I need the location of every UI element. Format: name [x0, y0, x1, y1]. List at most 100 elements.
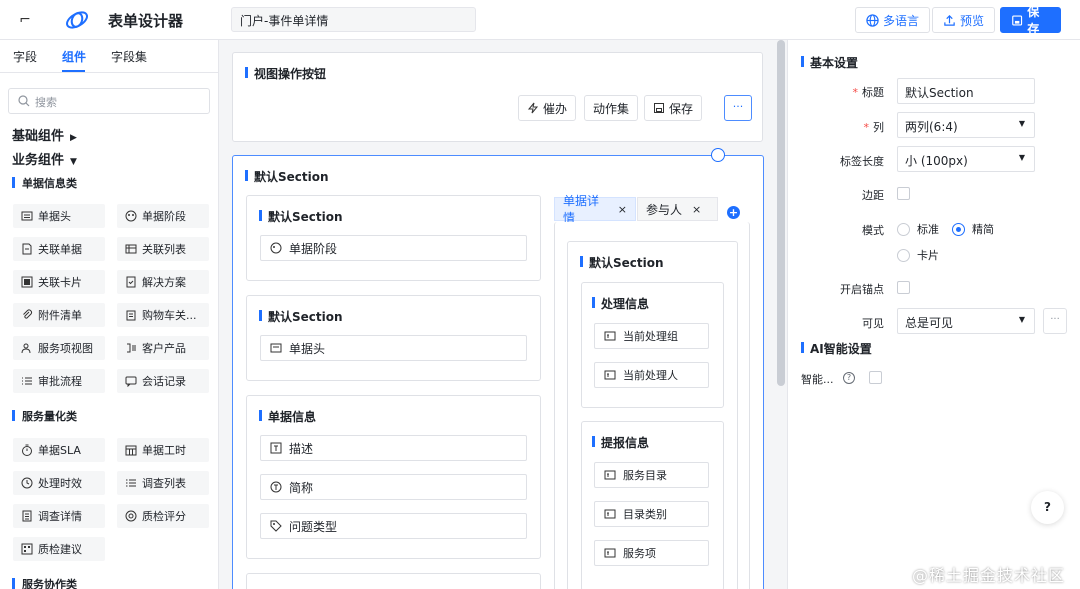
field-stage[interactable]: 单据阶段: [260, 235, 527, 261]
tab-field-sets[interactable]: 字段集: [111, 48, 147, 65]
action-set-button[interactable]: 动作集: [584, 95, 639, 121]
component-item[interactable]: 单据SLA: [13, 438, 105, 462]
close-icon[interactable]: ×: [692, 203, 701, 216]
search-input[interactable]: 搜索: [8, 88, 210, 114]
tab-fields[interactable]: 字段: [13, 48, 37, 65]
component-label: 质检建议: [38, 543, 82, 556]
sub-section-2[interactable]: 默认Section 单据头: [246, 295, 541, 381]
mode-compact-radio[interactable]: 精简: [952, 221, 994, 237]
timer-icon: [22, 444, 32, 456]
columns-select[interactable]: 两列(6:4) ▼: [897, 112, 1035, 138]
report-section[interactable]: 提报信息 服务目录 目录类别 服务项: [581, 421, 724, 589]
component-item[interactable]: 客户产品: [117, 336, 209, 360]
main-section-title: 默认Section: [245, 168, 329, 185]
mode-standard-radio[interactable]: 标准: [897, 221, 939, 237]
tab-components[interactable]: 组件: [62, 48, 86, 65]
save-icon: [1012, 15, 1023, 25]
anchor-checkbox[interactable]: [897, 281, 910, 294]
title-input[interactable]: 默认Section: [897, 78, 1035, 104]
component-item[interactable]: 关联卡片: [13, 270, 105, 294]
component-item[interactable]: 解决方案: [117, 270, 209, 294]
globe-icon: [866, 13, 879, 27]
main-section[interactable]: 默认Section 默认Section 单据阶段 默认Section 单据头 单…: [232, 148, 764, 589]
category-service-collab: 服务协作类: [12, 576, 77, 589]
field-service-item[interactable]: 服务项: [594, 540, 709, 566]
preview-button[interactable]: 预览: [932, 7, 996, 33]
processing-section[interactable]: 处理信息 当前处理组 当前处理人: [581, 282, 724, 408]
text-field-icon: [604, 509, 616, 519]
component-item[interactable]: 质检评分: [117, 504, 209, 528]
sub-section-3[interactable]: 单据信息 描述 简称 问题类型: [246, 395, 541, 559]
view-buttons-card[interactable]: 视图操作按钮 催办 动作集 保存 ···: [232, 52, 763, 142]
field-header[interactable]: 单据头: [260, 335, 527, 361]
label-length-label: 标签长度: [840, 155, 884, 168]
anchor-label: 开启锚点: [840, 283, 884, 296]
help-button[interactable]: ?: [1031, 491, 1064, 524]
upload-icon: [944, 14, 955, 26]
canvas-scrollbar[interactable]: [777, 40, 785, 386]
component-label: 单据头: [38, 210, 71, 223]
component-item[interactable]: 单据头: [13, 204, 105, 228]
sub-section-1[interactable]: 默认Section 单据阶段: [246, 195, 541, 281]
help-circle-icon[interactable]: ?: [843, 372, 855, 384]
logo-icon: [66, 11, 88, 29]
chat-icon: [125, 376, 137, 387]
component-item[interactable]: 处理时效: [13, 471, 105, 495]
component-item[interactable]: 服务项视图: [13, 336, 105, 360]
language-button-label: 多语言: [883, 13, 920, 28]
component-item[interactable]: 关联单据: [13, 237, 105, 261]
component-item[interactable]: 附件清单: [13, 303, 105, 327]
title-label: * 标题: [828, 84, 885, 100]
component-label: 单据工时: [142, 444, 186, 457]
lightning-icon: [527, 102, 539, 114]
card-icon: [21, 276, 33, 288]
margin-checkbox[interactable]: [897, 187, 910, 200]
group-basic[interactable]: 基础组件 ▶: [12, 125, 77, 144]
collapse-icon[interactable]: ⌐: [16, 11, 34, 29]
label-length-select[interactable]: 小 (100px) ▼: [897, 146, 1035, 172]
field-short-name[interactable]: 简称: [260, 474, 527, 500]
sub-section-4[interactable]: [246, 573, 541, 589]
radio-dot: [952, 222, 965, 236]
category-document-info: 单据信息类: [12, 175, 77, 191]
component-item[interactable]: 单据阶段: [117, 204, 209, 228]
visible-more-button[interactable]: ···: [1043, 308, 1067, 334]
field-issue-type[interactable]: 问题类型: [260, 513, 527, 539]
app-title: 表单设计器: [108, 12, 184, 30]
field-current-handler[interactable]: 当前处理人: [594, 362, 709, 388]
more-button[interactable]: ···: [724, 95, 752, 121]
canvas-save-button[interactable]: 保存: [644, 95, 703, 121]
select-handle-icon[interactable]: [711, 148, 725, 162]
field-service-catalog[interactable]: 服务目录: [594, 462, 709, 488]
save-button[interactable]: 保存: [1000, 5, 1061, 36]
close-icon[interactable]: ×: [618, 203, 627, 216]
field-description[interactable]: 描述: [260, 435, 527, 461]
add-tab-icon[interactable]: +: [727, 206, 740, 219]
component-item[interactable]: 审批流程: [13, 369, 105, 393]
tab-participants[interactable]: 参与人 ×: [637, 197, 718, 221]
component-item[interactable]: 单据工时: [117, 438, 209, 462]
survey-list-icon: [126, 479, 136, 487]
mode-card-radio[interactable]: 卡片: [897, 247, 939, 263]
solution-icon: [126, 276, 136, 288]
field-catalog-category[interactable]: 目录类别: [594, 501, 709, 527]
field-current-group[interactable]: 当前处理组: [594, 323, 709, 349]
component-item[interactable]: 调查详情: [13, 504, 105, 528]
form-name-field[interactable]: 门户-事件单详情: [231, 7, 476, 32]
top-bar: ⌐ 表单设计器 门户-事件单详情 多语言 预览 保存: [0, 0, 1080, 40]
radio-dot: [897, 248, 910, 262]
component-item[interactable]: 会话记录: [117, 369, 209, 393]
component-item[interactable]: 关联列表: [117, 237, 209, 261]
tab-section[interactable]: 默认Section 处理信息 当前处理组 当前处理人 提报信息 服务目录 目录类…: [567, 241, 738, 589]
urge-button[interactable]: 催办: [518, 95, 577, 121]
stage-icon: [270, 242, 282, 254]
ai-checkbox[interactable]: [869, 371, 882, 384]
required-mark: *: [863, 121, 870, 134]
visible-select[interactable]: 总是可见 ▼: [897, 308, 1035, 334]
group-business[interactable]: 业务组件 ▼: [12, 149, 77, 168]
language-button[interactable]: 多语言: [855, 7, 931, 33]
component-item[interactable]: 质检建议: [13, 537, 105, 561]
tab-doc-detail[interactable]: 单据详情 ×: [554, 194, 636, 225]
component-item[interactable]: 调查列表: [117, 471, 209, 495]
component-item[interactable]: 购物车关...: [117, 303, 209, 327]
